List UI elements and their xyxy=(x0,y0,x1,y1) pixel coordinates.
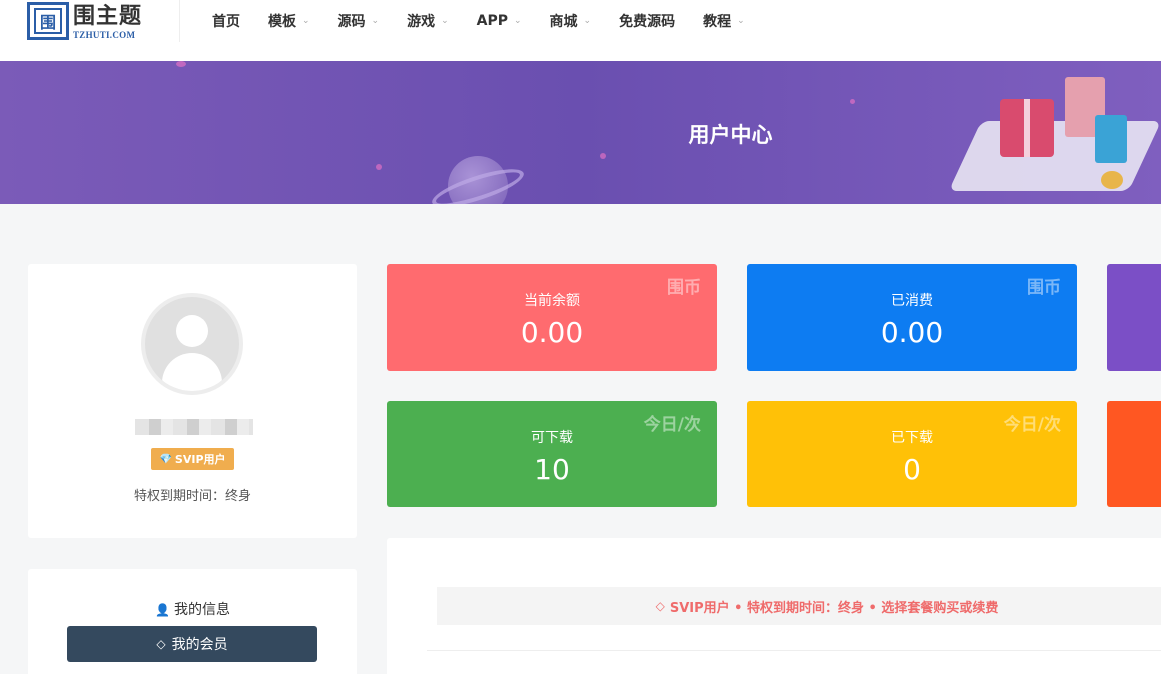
stat-value: 10 xyxy=(534,453,570,486)
button-label: 我的会员 xyxy=(171,637,228,653)
stat-value: 0 xyxy=(903,453,921,486)
nav-item-source[interactable]: 源码 ⌄ xyxy=(338,11,380,31)
decor-dot xyxy=(850,99,855,104)
nav-item-home[interactable]: 首页 xyxy=(212,11,240,31)
nav-label: 模板 xyxy=(268,14,296,30)
downloadable-card: 今日/次 可下载 10 xyxy=(387,401,717,507)
nav-item-free-source[interactable]: 免费源码 xyxy=(619,11,675,31)
site-header: 围 围主题 TZHUTI.COM 首页 模板 ⌄ 源码 ⌄ 游戏 ⌄ APP ⌄ 商城 ⌄… xyxy=(0,0,1161,61)
chevron-down-icon: ⌄ xyxy=(371,16,380,26)
stat-card-partial xyxy=(1107,264,1161,371)
avatar-body xyxy=(162,353,222,391)
stat-card-partial xyxy=(1107,401,1161,507)
illustration-platform xyxy=(948,121,1161,191)
logo-domain: TZHUTI.COM xyxy=(73,30,136,40)
chevron-down-icon: ⌄ xyxy=(441,16,449,26)
decor-dot xyxy=(376,164,382,170)
nav-label: 源码 xyxy=(337,14,366,30)
chevron-down-icon: ⌄ xyxy=(583,16,592,26)
divider xyxy=(427,650,1161,651)
status-badge: 💎 SVIP用户 xyxy=(151,448,234,470)
membership-notice: ◇ SVIP用户 • 特权到期时间：终身 • 选择套餐购买或续费 xyxy=(437,587,1161,625)
membership-panel: ◇ SVIP用户 • 特权到期时间：终身 • 选择套餐购买或续费 xyxy=(387,538,1161,674)
notice-text: SVIP用户 • 特权到期时间：终身 • 选择套餐购买或续费 xyxy=(669,600,999,616)
stat-label: 已消费 xyxy=(891,293,933,309)
nav-label: 免费源码 xyxy=(619,14,676,30)
decor-dot xyxy=(176,61,186,67)
username-blurred xyxy=(135,419,253,435)
menu-item-my-info[interactable]: 👤 我的信息 xyxy=(28,599,357,619)
stat-value: 0.00 xyxy=(520,316,584,349)
nav-label: 首页 xyxy=(212,14,240,30)
logo-name: 围主题 xyxy=(73,3,143,29)
logo-glyph: 围 xyxy=(34,8,62,34)
diamond-icon: ◇ xyxy=(156,637,166,651)
main-nav: 首页 模板 ⌄ 源码 ⌄ 游戏 ⌄ APP ⌄ 商城 ⌄ 免费源码 教程 ⌄ xyxy=(212,0,773,42)
avatar[interactable] xyxy=(141,293,243,395)
badge-label: SVIP用户 xyxy=(174,453,226,466)
logo-mark: 围 xyxy=(27,2,69,40)
page-banner: 用户中心 xyxy=(0,61,1161,204)
nav-item-shop[interactable]: 商城 ⌄ xyxy=(550,11,592,31)
bag-illustration xyxy=(1095,115,1127,163)
site-logo[interactable]: 围 围主题 TZHUTI.COM xyxy=(27,2,142,40)
decor-dot xyxy=(600,153,606,159)
nav-label: 游戏 xyxy=(407,14,436,30)
nav-item-tutorials[interactable]: 教程 ⌄ xyxy=(703,11,745,31)
stat-label: 已下载 xyxy=(891,430,933,446)
stat-label: 当前余额 xyxy=(524,293,580,309)
spent-card: 围币 已消费 0.00 xyxy=(747,264,1077,371)
logo-text: 围主题 TZHUTI.COM xyxy=(73,2,142,40)
diamond-icon: ◇ xyxy=(655,599,665,613)
stat-value: 0.00 xyxy=(880,316,944,349)
nav-label: 教程 xyxy=(703,14,732,30)
avatar-head xyxy=(176,315,208,347)
chevron-down-icon: ⌄ xyxy=(737,16,745,26)
diamond-icon: 💎 xyxy=(159,453,172,465)
balance-card: 围币 当前余额 0.00 xyxy=(387,264,717,371)
downloaded-card: 今日/次 已下载 0 xyxy=(747,401,1077,507)
header-divider xyxy=(179,0,180,42)
user-icon: 👤 xyxy=(155,603,170,617)
nav-item-templates[interactable]: 模板 ⌄ xyxy=(268,11,310,31)
chevron-down-icon: ⌄ xyxy=(514,16,522,26)
coin-illustration xyxy=(1101,171,1123,189)
nav-item-app[interactable]: APP ⌄ xyxy=(477,13,522,29)
expire-text: 特权到期时间：终身 xyxy=(133,489,251,504)
nav-label: APP xyxy=(476,13,508,29)
stat-label: 可下载 xyxy=(531,430,573,446)
profile-card: 💎 SVIP用户 特权到期时间：终身 xyxy=(28,264,357,538)
chevron-down-icon: ⌄ xyxy=(302,16,310,26)
user-menu-card: 👤 我的信息 ◇ 我的会员 xyxy=(28,569,357,674)
gift-ribbon xyxy=(1024,99,1030,157)
nav-label: 商城 xyxy=(549,14,578,30)
nav-item-games[interactable]: 游戏 ⌄ xyxy=(407,11,449,31)
menu-item-label: 我的信息 xyxy=(173,602,230,618)
my-membership-button[interactable]: ◇ 我的会员 xyxy=(67,626,317,662)
shopping-illustration xyxy=(948,61,1161,204)
